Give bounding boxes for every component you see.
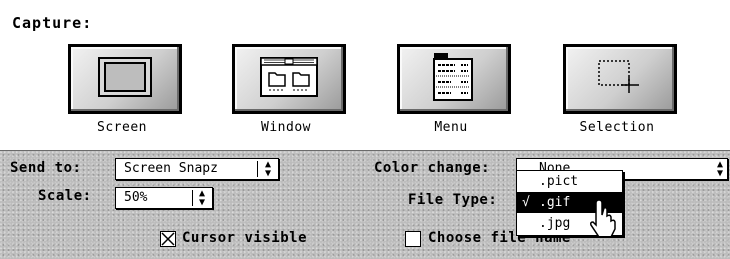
popup-divider bbox=[257, 161, 258, 177]
menu-item-label: .gif bbox=[539, 195, 571, 210]
checkmark-icon: √ bbox=[522, 195, 530, 210]
cursor-visible-label: Cursor visible bbox=[182, 230, 308, 246]
capture-title: Capture: bbox=[12, 14, 93, 32]
menu-icon bbox=[433, 52, 475, 106]
popup-divider bbox=[192, 190, 193, 206]
snapz-capture-panel: Capture: Screen Window Menu Selection Se… bbox=[0, 0, 730, 259]
capture-screen-button[interactable] bbox=[68, 44, 182, 114]
capture-screen-label: Screen bbox=[97, 120, 147, 135]
selection-icon bbox=[595, 57, 645, 101]
capture-section: Capture: Screen Window Menu Selection bbox=[0, 0, 730, 150]
updown-arrows-icon: ▲ ▼ bbox=[264, 159, 272, 179]
file-type-menu-item[interactable]: .pict bbox=[517, 171, 622, 192]
choose-file-name-checkbox[interactable] bbox=[405, 231, 421, 247]
capture-menu-label: Menu bbox=[434, 120, 468, 135]
capture-menu-button[interactable] bbox=[397, 44, 511, 114]
capture-window-button[interactable] bbox=[232, 44, 346, 114]
send-to-value: Screen Snapz bbox=[124, 161, 218, 176]
color-change-label: Color change: bbox=[374, 160, 491, 176]
capture-selection-button[interactable] bbox=[563, 44, 677, 114]
window-icon bbox=[260, 57, 318, 101]
menu-item-label: .jpg bbox=[539, 216, 571, 231]
updown-arrows-icon: ▲ ▼ bbox=[198, 188, 206, 208]
scale-label: Scale: bbox=[38, 188, 92, 204]
send-to-popup[interactable]: Screen Snapz ▲ ▼ bbox=[115, 158, 279, 180]
scale-value: 50% bbox=[124, 190, 148, 205]
hand-cursor-icon bbox=[590, 199, 616, 236]
capture-window-label: Window bbox=[261, 120, 311, 135]
send-to-label: Send to: bbox=[10, 160, 82, 176]
updown-arrows-icon: ▲ ▼ bbox=[716, 159, 724, 179]
check-x-icon bbox=[161, 232, 175, 246]
file-type-label: File Type: bbox=[408, 192, 498, 208]
cursor-visible-checkbox[interactable] bbox=[160, 231, 176, 247]
capture-selection-label: Selection bbox=[579, 120, 655, 135]
scale-popup[interactable]: 50% ▲ ▼ bbox=[115, 187, 213, 209]
menu-item-label: .pict bbox=[539, 174, 579, 189]
screen-icon bbox=[98, 57, 152, 101]
